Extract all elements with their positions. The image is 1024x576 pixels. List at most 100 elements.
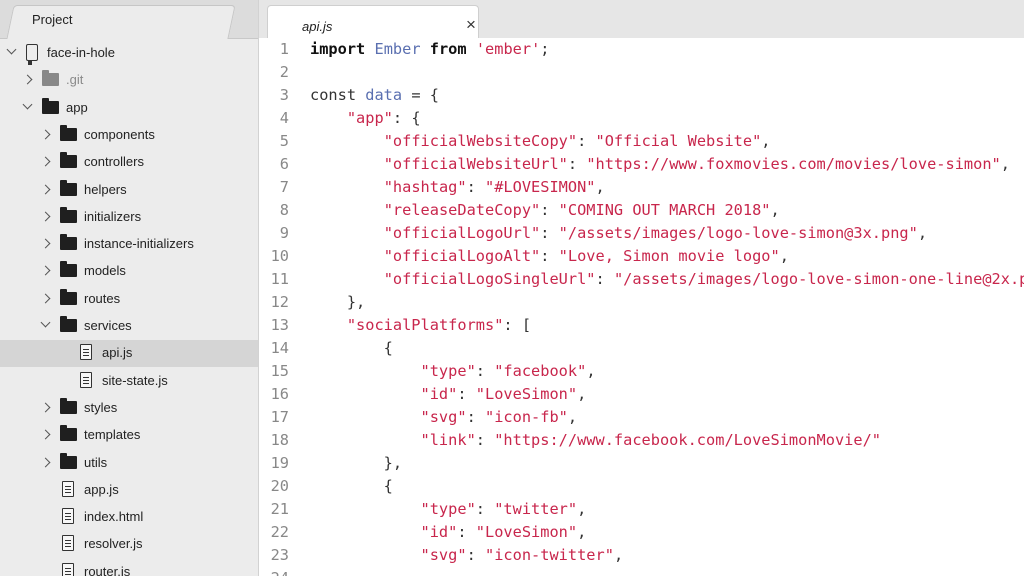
- chevron-right-icon[interactable]: [40, 129, 51, 140]
- tree-item-face-in-hole[interactable]: face-in-hole: [0, 40, 258, 67]
- line-number: 17: [270, 408, 289, 426]
- code-token: :: [457, 523, 476, 541]
- tree-item-label: routes: [84, 290, 121, 306]
- code-line[interactable]: 18 "link": "https://www.facebook.com/Lov…: [259, 429, 1024, 452]
- tree-item-models[interactable]: models: [0, 258, 258, 285]
- tree-item-label: components: [84, 126, 155, 142]
- code-text: "releaseDateCopy": "COMING OUT MARCH 201…: [310, 199, 780, 222]
- project-panel: Project face-in-hole .git app components con…: [0, 0, 259, 576]
- code-token: "/assets/images/logo-love-simon@3x.png": [558, 224, 918, 242]
- code-token: :: [475, 500, 495, 518]
- code-token: ,: [770, 201, 780, 219]
- code-line[interactable]: 14 {: [259, 337, 1024, 360]
- code-token: "COMING OUT MARCH 2018": [558, 201, 771, 219]
- code-token: ,: [595, 178, 605, 196]
- code-line[interactable]: 8 "releaseDateCopy": "COMING OUT MARCH 2…: [259, 199, 1024, 222]
- code-text: },: [310, 452, 402, 475]
- chevron-right-icon[interactable]: [40, 211, 51, 222]
- chevron-down-icon[interactable]: [22, 99, 33, 110]
- line-number: 6: [279, 155, 289, 173]
- folder-icon: [60, 261, 77, 278]
- code-token: ,: [577, 385, 587, 403]
- tree-item-router-js[interactable]: router.js: [0, 559, 258, 576]
- tree-item-initializers[interactable]: initializers: [0, 204, 258, 231]
- tab-api-js[interactable]: api.js ×: [267, 5, 479, 39]
- code-line[interactable]: 19 },: [259, 452, 1024, 475]
- code-token: :: [457, 385, 476, 403]
- code-token: Ember: [374, 40, 421, 58]
- code-line[interactable]: 2: [259, 61, 1024, 84]
- line-number: 9: [279, 224, 289, 242]
- code-line[interactable]: 4 "app": {: [259, 107, 1024, 130]
- tree-item-resolver-js[interactable]: resolver.js: [0, 531, 258, 558]
- code-line[interactable]: 10 "officialLogoAlt": "Love, Simon movie…: [259, 245, 1024, 268]
- tree-item-instance-initializers[interactable]: instance-initializers: [0, 231, 258, 258]
- chevron-right-icon[interactable]: [40, 184, 51, 194]
- chevron-right-icon[interactable]: [40, 402, 51, 413]
- code-token: 'ember': [475, 40, 541, 58]
- code-line[interactable]: 20 {: [259, 475, 1024, 498]
- code-token: "app": [346, 109, 393, 127]
- tree-item-styles[interactable]: styles: [0, 395, 258, 422]
- close-icon[interactable]: ×: [466, 15, 476, 35]
- chevron-down-icon[interactable]: [6, 44, 17, 55]
- tree-item-components[interactable]: components: [0, 122, 258, 149]
- code-line[interactable]: 7 "hashtag": "#LOVESIMON",: [259, 176, 1024, 199]
- chevron-down-icon[interactable]: [40, 317, 51, 328]
- tree-item-label: utils: [84, 454, 108, 470]
- code-token: from: [429, 40, 467, 58]
- code-line[interactable]: 22 "id": "LoveSimon",: [259, 521, 1024, 544]
- chevron-right-icon[interactable]: [40, 293, 51, 304]
- chevron-right-icon[interactable]: [40, 457, 51, 467]
- tree-item-templates[interactable]: templates: [0, 422, 258, 449]
- line-number: 4: [279, 109, 289, 127]
- code-line[interactable]: 23 "svg": "icon-twitter",: [259, 544, 1024, 567]
- tree-item-utils[interactable]: utils: [0, 450, 258, 477]
- line-number: 23: [270, 546, 289, 564]
- code-token: "socialPlatforms": [346, 316, 504, 334]
- code-text: {: [310, 337, 393, 360]
- code-line[interactable]: 5 "officialWebsiteCopy": "Official Websi…: [259, 130, 1024, 153]
- chevron-right-icon[interactable]: [40, 429, 51, 440]
- code-line[interactable]: 11 "officialLogoSingleUrl": "/assets/ima…: [259, 268, 1024, 291]
- tree-item-helpers[interactable]: helpers: [0, 177, 258, 204]
- tree-item-index-html[interactable]: index.html: [0, 504, 258, 531]
- tree-item-app[interactable]: app: [0, 95, 258, 122]
- code-text: "svg": "icon-twitter",: [310, 544, 624, 567]
- tree-item-app-js[interactable]: app.js: [0, 477, 258, 504]
- code-editor[interactable]: 1 import Ember from 'ember'; 2 3 const data …: [259, 38, 1024, 576]
- file-icon: [62, 508, 74, 525]
- code-line[interactable]: 16 "id": "LoveSimon",: [259, 383, 1024, 406]
- tree-item-controllers[interactable]: controllers: [0, 149, 258, 176]
- code-line[interactable]: 13 "socialPlatforms": [: [259, 314, 1024, 337]
- code-line[interactable]: 3 const data = {: [259, 84, 1024, 107]
- tree-item-site-state-js[interactable]: site-state.js: [0, 368, 258, 395]
- tree-item-git[interactable]: .git: [0, 67, 258, 94]
- chevron-right-icon[interactable]: [40, 238, 51, 249]
- chevron-right-icon[interactable]: [40, 265, 51, 276]
- line-number: 16: [270, 385, 289, 403]
- code-line[interactable]: 9 "officialLogoUrl": "/assets/images/log…: [259, 222, 1024, 245]
- code-token: "LoveSimon": [475, 523, 578, 541]
- tree-item-routes[interactable]: routes: [0, 286, 258, 313]
- tree-item-services[interactable]: services: [0, 313, 258, 340]
- folder-icon: [60, 452, 77, 469]
- code-line[interactable]: 15 "type": "facebook",: [259, 360, 1024, 383]
- code-token: ,: [613, 546, 624, 564]
- chevron-right-icon[interactable]: [22, 74, 33, 85]
- code-line[interactable]: 12 },: [259, 291, 1024, 314]
- code-line[interactable]: 1 import Ember from 'ember';: [259, 38, 1024, 61]
- chevron-right-icon[interactable]: [40, 156, 51, 167]
- tree-item-api-js[interactable]: api.js: [0, 340, 258, 368]
- code-token: "LoveSimon": [475, 385, 578, 403]
- code-line[interactable]: 21 "type": "twitter",: [259, 498, 1024, 521]
- code-line[interactable]: 24: [259, 567, 1024, 576]
- code-line[interactable]: 17 "svg": "icon-fb",: [259, 406, 1024, 429]
- code-line[interactable]: 6 "officialWebsiteUrl": "https://www.fox…: [259, 153, 1024, 176]
